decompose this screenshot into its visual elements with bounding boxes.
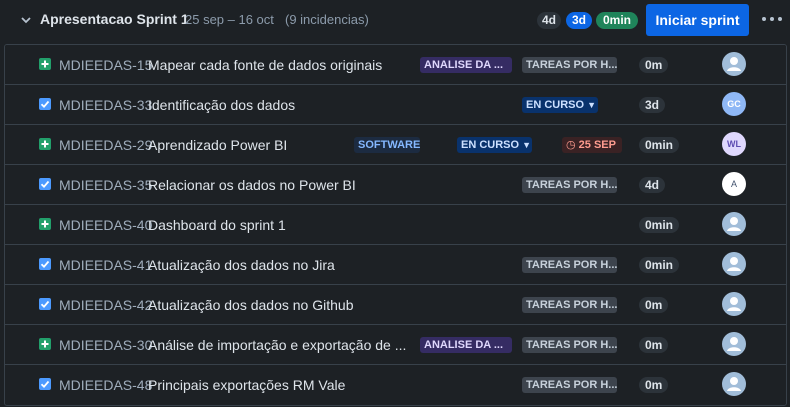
- in-progress-estimate-badge: 3d: [566, 12, 592, 29]
- estimate-badge: 0m: [639, 57, 669, 73]
- issue-summary[interactable]: Atualização dos dados no Jira: [148, 257, 335, 273]
- sprint-name[interactable]: Apresentacao Sprint 1: [40, 11, 189, 27]
- issue-list: MDIEEDAS-15 Mapear cada fonte de dados o…: [4, 44, 787, 406]
- issue-key[interactable]: MDIEEDAS-15: [59, 57, 152, 73]
- done-estimate-badge: 0min: [596, 12, 638, 29]
- person-icon[interactable]: [722, 52, 746, 76]
- sprint-issue-count: (9 incidencias): [285, 12, 369, 27]
- more-actions-icon[interactable]: [762, 17, 784, 23]
- status-lozenge[interactable]: EN CURSO ▼: [457, 137, 532, 153]
- due-date: 25 SEP: [578, 139, 616, 151]
- task-icon: [39, 298, 51, 310]
- start-sprint-button[interactable]: Iniciar sprint: [646, 4, 749, 36]
- issue-row[interactable]: MDIEEDAS-40 Dashboard do sprint 1 0min: [5, 205, 786, 245]
- status-lozenge[interactable]: TAREAS POR H...: [522, 257, 617, 273]
- issue-key[interactable]: MDIEEDAS-33: [59, 97, 152, 113]
- task-icon: [39, 98, 51, 110]
- status-lozenge[interactable]: TAREAS POR H...: [522, 57, 617, 73]
- issue-key[interactable]: MDIEEDAS-30: [59, 337, 152, 353]
- story-icon: [39, 58, 51, 70]
- issue-row[interactable]: MDIEEDAS-35 Relacionar os dados no Power…: [5, 165, 786, 205]
- story-icon: [39, 218, 51, 230]
- person-icon[interactable]: [722, 292, 746, 316]
- avatar[interactable]: WL: [722, 132, 746, 156]
- avatar[interactable]: GC: [722, 92, 746, 116]
- estimate-badge: 0min: [639, 217, 680, 233]
- issue-summary[interactable]: Dashboard do sprint 1: [148, 217, 286, 233]
- story-icon: [39, 138, 51, 150]
- estimate-badge: 3d: [639, 97, 666, 113]
- person-icon[interactable]: [722, 252, 746, 276]
- issue-key[interactable]: MDIEEDAS-29: [59, 137, 152, 153]
- estimate-badge: 0m: [639, 337, 669, 353]
- issue-key[interactable]: MDIEEDAS-40: [59, 217, 152, 233]
- epic-lozenge[interactable]: ANALISE DA ...: [420, 57, 512, 73]
- estimate-badge: 0min: [639, 137, 680, 153]
- clock-icon: ◷: [566, 139, 579, 151]
- estimate-badge: 4d: [639, 177, 666, 193]
- issue-key[interactable]: MDIEEDAS-41: [59, 257, 152, 273]
- sprint-header: Apresentacao Sprint 1 25 sep – 16 oct (9…: [0, 0, 790, 40]
- chevron-down-icon: ▼: [522, 140, 531, 150]
- issue-row[interactable]: MDIEEDAS-48 Principais exportações RM Va…: [5, 365, 786, 404]
- status-lozenge[interactable]: TAREAS POR H...: [522, 377, 617, 393]
- issue-key[interactable]: MDIEEDAS-48: [59, 377, 152, 393]
- person-icon[interactable]: [722, 212, 746, 236]
- issue-summary[interactable]: Principais exportações RM Vale: [148, 377, 345, 393]
- todo-estimate-badge: 4d: [537, 12, 561, 29]
- status-label: EN CURSO: [526, 99, 585, 111]
- issue-key[interactable]: MDIEEDAS-35: [59, 177, 152, 193]
- status-lozenge[interactable]: TAREAS POR H...: [522, 177, 617, 193]
- task-icon: [39, 378, 51, 390]
- status-lozenge[interactable]: TAREAS POR H...: [522, 297, 617, 313]
- issue-key[interactable]: MDIEEDAS-42: [59, 297, 152, 313]
- label-lozenge[interactable]: SOFTWARE: [354, 137, 420, 153]
- issue-summary[interactable]: Relacionar os dados no Power BI: [148, 177, 356, 193]
- issue-summary[interactable]: Aprendizado Power BI: [148, 137, 287, 153]
- issue-summary[interactable]: Mapear cada fonte de dados originais: [148, 57, 382, 73]
- task-icon: [39, 258, 51, 270]
- estimate-badge: 0m: [639, 297, 669, 313]
- issue-row[interactable]: MDIEEDAS-41 Atualização dos dados no Jir…: [5, 245, 786, 285]
- estimate-badge: 0min: [639, 257, 680, 273]
- task-icon: [39, 178, 51, 190]
- estimate-badge: 0m: [639, 377, 669, 393]
- epic-lozenge[interactable]: ANALISE DA ...: [420, 337, 512, 353]
- due-date-lozenge: ◷ 25 SEP: [562, 137, 622, 153]
- sprint-dates: 25 sep – 16 oct: [185, 12, 274, 27]
- issue-summary[interactable]: Atualização dos dados no Github: [148, 297, 353, 313]
- story-icon: [39, 338, 51, 350]
- issue-row[interactable]: MDIEEDAS-30 Análise de importação e expo…: [5, 325, 786, 365]
- issue-row[interactable]: MDIEEDAS-29 Aprendizado Power BI SOFTWAR…: [5, 125, 786, 165]
- issue-row[interactable]: MDIEEDAS-42 Atualização dos dados no Git…: [5, 285, 786, 325]
- status-lozenge[interactable]: TAREAS POR H...: [522, 337, 617, 353]
- chevron-down-icon[interactable]: [19, 13, 33, 27]
- person-icon[interactable]: [722, 332, 746, 356]
- issue-row[interactable]: MDIEEDAS-33 Identificação dos dados EN C…: [5, 85, 786, 125]
- status-label: EN CURSO: [461, 139, 520, 151]
- chevron-down-icon: ▼: [587, 100, 596, 110]
- status-lozenge[interactable]: EN CURSO ▼: [522, 97, 598, 113]
- avatar[interactable]: A: [722, 172, 746, 196]
- issue-summary[interactable]: Análise de importação e exportação de ..…: [148, 337, 406, 353]
- person-icon[interactable]: [722, 372, 746, 396]
- issue-row[interactable]: MDIEEDAS-15 Mapear cada fonte de dados o…: [5, 45, 786, 85]
- issue-summary[interactable]: Identificação dos dados: [148, 97, 295, 113]
